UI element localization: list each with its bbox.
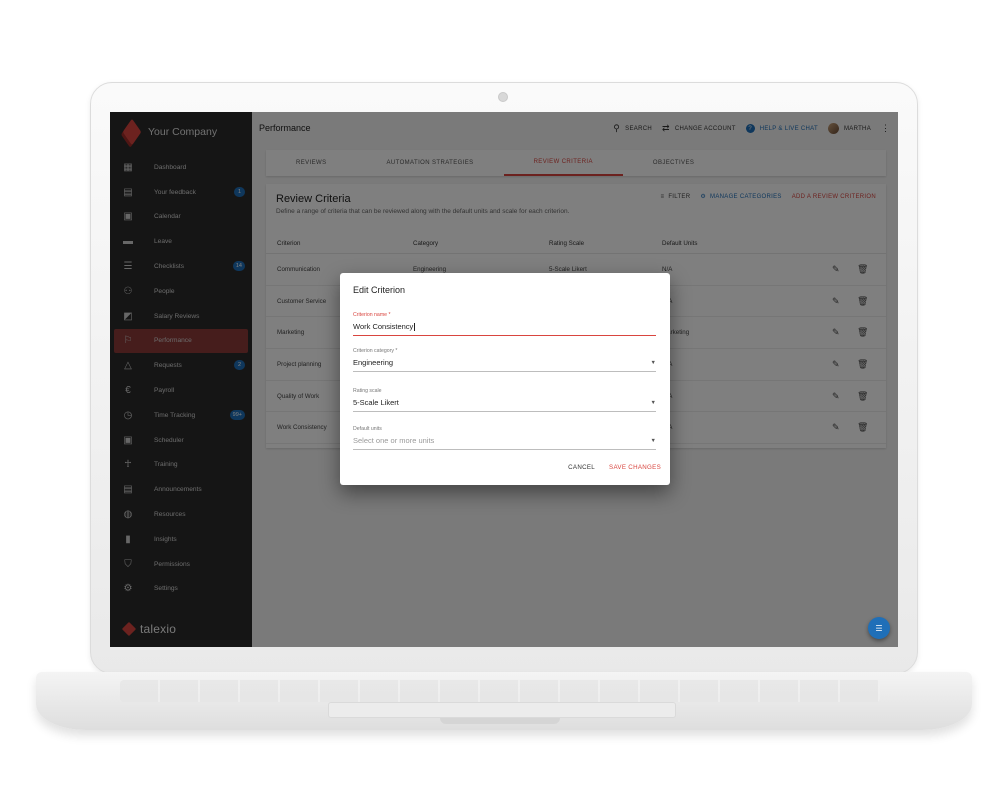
rating-scale-field[interactable]: Rating scale 5-Scale Likert ▼ (353, 388, 656, 412)
rating-scale-value: 5-Scale Likert (353, 398, 399, 407)
rating-scale-select[interactable]: 5-Scale Likert ▼ (353, 398, 656, 412)
dialog-title: Edit Criterion (353, 285, 406, 295)
default-units-field[interactable]: Default units Select one or more units ▼ (353, 426, 656, 450)
criterion-category-field[interactable]: Criterion category * Engineering ▼ (353, 348, 656, 372)
dialog-actions: CANCEL SAVE CHANGES (568, 464, 661, 471)
laptop-mockup: Your Company ▦ Dashboard ▤ Your feedback… (0, 0, 1000, 800)
criterion-name-field[interactable]: Criterion name * Work Consistency (353, 312, 656, 337)
keyboard (120, 680, 880, 702)
criterion-name-input[interactable]: Work Consistency (353, 322, 656, 337)
default-units-label: Default units (353, 426, 382, 432)
trackpad (328, 702, 676, 718)
base-notch (440, 718, 560, 724)
criterion-category-label: Criterion category * (353, 348, 398, 354)
criterion-name-value: Work Consistency (353, 322, 414, 331)
criterion-category-value: Engineering (353, 358, 394, 367)
criterion-category-select[interactable]: Engineering ▼ (353, 358, 656, 372)
app-screen: Your Company ▦ Dashboard ▤ Your feedback… (110, 112, 898, 647)
dropdown-arrow-icon: ▼ (650, 359, 656, 366)
dropdown-arrow-icon: ▼ (650, 437, 656, 444)
criterion-name-label: Criterion name * (353, 312, 391, 318)
checklist-icon: ☰ (875, 623, 883, 633)
webcam (498, 92, 508, 102)
text-cursor (414, 323, 415, 332)
rating-scale-label: Rating scale (353, 388, 382, 394)
dropdown-arrow-icon: ▼ (650, 399, 656, 406)
default-units-select[interactable]: Select one or more units ▼ (353, 436, 656, 450)
save-changes-button[interactable]: SAVE CHANGES (609, 464, 661, 471)
floating-action-button[interactable]: ☰ (868, 617, 890, 639)
edit-criterion-dialog: Edit Criterion Criterion name * Work Con… (340, 273, 670, 485)
cancel-button[interactable]: CANCEL (568, 464, 595, 471)
default-units-placeholder: Select one or more units (353, 436, 435, 445)
